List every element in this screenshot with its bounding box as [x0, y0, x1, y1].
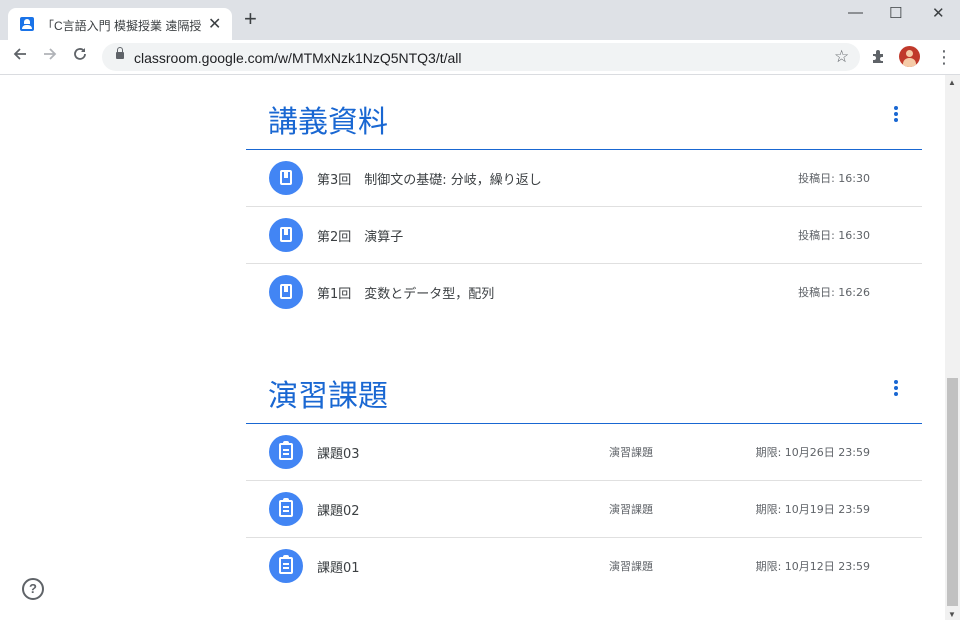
menu-icon[interactable]: ⋮	[935, 47, 953, 68]
item-title[interactable]: 第3回 制御文の基礎: 分岐，繰り返し	[317, 169, 542, 188]
item-date: 投稿日: 16:30	[798, 172, 870, 185]
section-title-lectures: 講義資料	[268, 105, 388, 140]
new-tab-button[interactable]: +	[244, 8, 257, 30]
back-icon[interactable]	[12, 46, 28, 67]
item-due: 期限: 10月26日 23:59	[755, 446, 870, 459]
scrollbar[interactable]: ▲ ▼	[945, 75, 960, 620]
list-item[interactable]: 課題01 演習課題 期限: 10月12日 23:59	[246, 538, 922, 594]
assignment-icon	[269, 549, 303, 583]
classroom-favicon-icon	[20, 17, 34, 31]
list-item[interactable]: 第3回 制御文の基礎: 分岐，繰り返し 投稿日: 16:30	[246, 150, 922, 207]
maximize-button[interactable]: ☐	[889, 4, 902, 22]
star-icon[interactable]: ☆	[834, 47, 849, 67]
section-title-assignments: 演習課題	[268, 379, 388, 414]
item-type: 演習課題	[609, 560, 653, 573]
url-text[interactable]: classroom.google.com/w/MTMxNzk1NzQ5NTQ3/…	[134, 50, 462, 66]
browser-toolbar: classroom.google.com/w/MTMxNzk1NzQ5NTQ3/…	[0, 40, 960, 75]
section-more-icon[interactable]	[888, 106, 904, 128]
item-type: 演習課題	[609, 503, 653, 516]
item-title[interactable]: 課題01	[317, 557, 360, 576]
item-title[interactable]: 第2回 演算子	[317, 226, 403, 245]
list-item[interactable]: 第2回 演算子 投稿日: 16:30	[246, 207, 922, 264]
item-title[interactable]: 課題03	[317, 443, 360, 462]
address-bar[interactable]: classroom.google.com/w/MTMxNzk1NzQ5NTQ3/…	[102, 43, 860, 71]
section-more-icon[interactable]	[888, 380, 904, 402]
avatar[interactable]	[899, 46, 920, 67]
material-icon	[269, 161, 303, 195]
item-type: 演習課題	[609, 446, 653, 459]
list-item[interactable]: 課題03 演習課題 期限: 10月26日 23:59	[246, 424, 922, 481]
tab-strip: 「C言語入門 模擬授業 遠隔授業W ✕ + — ☐ ✕	[0, 0, 960, 40]
minimize-button[interactable]: —	[848, 4, 863, 21]
item-due: 期限: 10月12日 23:59	[755, 560, 870, 573]
material-icon	[269, 275, 303, 309]
assignment-icon	[269, 492, 303, 526]
scroll-up-arrow-icon[interactable]: ▲	[948, 78, 956, 87]
item-date: 投稿日: 16:30	[798, 229, 870, 242]
scroll-down-arrow-icon[interactable]: ▼	[948, 610, 956, 619]
tab-close-icon[interactable]: ✕	[208, 14, 221, 34]
forward-icon[interactable]	[42, 46, 58, 67]
list-item[interactable]: 課題02 演習課題 期限: 10月19日 23:59	[246, 481, 922, 538]
item-title[interactable]: 課題02	[317, 500, 360, 519]
help-icon[interactable]: ?	[22, 578, 44, 600]
item-due: 期限: 10月19日 23:59	[755, 503, 870, 516]
assignment-icon	[269, 435, 303, 469]
list-item[interactable]: 第1回 変数とデータ型，配列 投稿日: 16:26	[246, 264, 922, 320]
close-window-button[interactable]: ✕	[932, 4, 945, 22]
extensions-icon[interactable]	[870, 47, 888, 65]
active-tab[interactable]: 「C言語入門 模擬授業 遠隔授業W ✕	[8, 8, 232, 40]
lock-icon[interactable]	[116, 47, 124, 59]
reload-icon[interactable]	[72, 46, 88, 67]
tab-title: 「C言語入門 模擬授業 遠隔授業W	[42, 19, 202, 33]
scroll-thumb[interactable]	[947, 378, 958, 606]
item-date: 投稿日: 16:26	[798, 286, 870, 299]
material-icon	[269, 218, 303, 252]
item-title[interactable]: 第1回 変数とデータ型，配列	[317, 283, 494, 302]
